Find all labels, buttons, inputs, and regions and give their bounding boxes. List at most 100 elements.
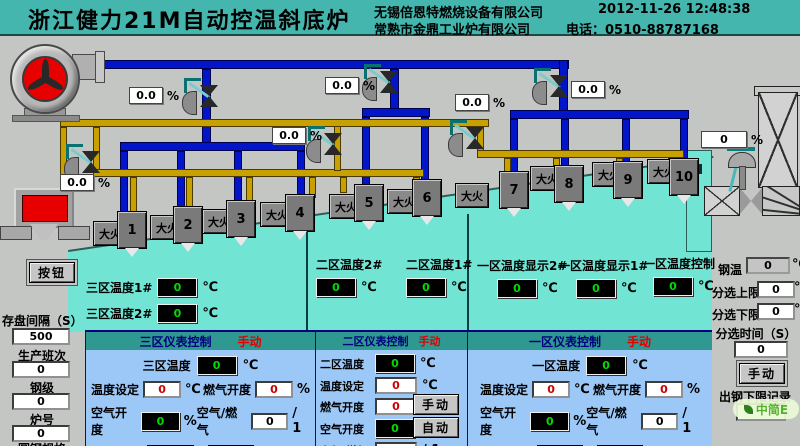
gas-main-pipe: [60, 119, 489, 127]
save-interval-label: 存盘间隔（S）: [2, 312, 82, 329]
gas-branch-b5: [340, 177, 347, 193]
phone-number: 电话：0510-88787168: [566, 19, 719, 38]
air-branch-b9: [622, 119, 630, 167]
burner-6-box: 6: [412, 179, 442, 217]
company-name-2: 常熟市金鼎工业炉有限公司: [374, 19, 530, 38]
zone3-air-opening-display: 0: [141, 412, 180, 431]
air-valve-zone2-readout: 0.0%: [325, 77, 375, 94]
zone1-gas-opening-input[interactable]: 0: [645, 381, 683, 398]
watermark: 中简E: [733, 399, 799, 419]
mode-indicator: 手动: [627, 333, 651, 350]
gas-manifold-left: [93, 169, 424, 177]
air-valve-zone3-icon: [182, 78, 220, 116]
zone2-gas-opening-input[interactable]: 0: [375, 398, 417, 415]
zone3-gas-opening-input[interactable]: 0: [255, 381, 293, 398]
zone2-control-panel: 二区仪表控制手动 二区温度0℃ 温度设定0℃ 燃气开度0% 空气开度0% 空气/…: [315, 330, 467, 446]
door-funnel: [30, 224, 58, 240]
zone2-temp2-display: 二区温度2# 0℃: [316, 256, 382, 297]
furnace-no-input[interactable]: 0: [12, 425, 70, 442]
zone2-setpoint-input[interactable]: 0: [375, 377, 417, 394]
zone2-manual-button[interactable]: 手动: [413, 394, 459, 415]
zone2-ratio-input[interactable]: 0: [375, 442, 417, 446]
air-branch-b2: [177, 151, 185, 211]
mode-indicator: 手动: [419, 333, 441, 349]
gas-branch-b1: [130, 177, 137, 215]
air-valve-zone1-readout: 0.0%: [571, 81, 621, 98]
sort-time-input[interactable]: 0: [734, 341, 788, 358]
door-pipe-left: [0, 226, 32, 240]
zone3-temp1-display: 三区温度1#0℃: [86, 278, 218, 297]
zone1-control-panel: 一区仪表控制手动 一区温度 0 ℃ 温度设定0℃ 燃气开度0% 空气开度0% 空…: [467, 330, 712, 446]
zone3-pv-display: 0: [197, 356, 237, 375]
air-branch-b5: [362, 117, 370, 188]
exhaust-duct: [704, 186, 740, 216]
zone1-temp-display2: 一区温度显示2# 0℃: [477, 257, 567, 298]
sort-upper-input[interactable]: 0: [757, 281, 795, 298]
flue-damper-readout: 0%: [701, 131, 763, 148]
fan-flange: [95, 51, 105, 83]
air-valve-zone1-icon: [532, 68, 570, 106]
charge-door-window: [22, 195, 68, 222]
sort-lower-label: 分选下限: [712, 306, 760, 323]
gas-valve-zone1-readout: 0.0%: [455, 94, 505, 111]
zone3-setpoint-input[interactable]: 0: [143, 381, 181, 398]
air-manifold-right: [510, 110, 689, 119]
gas-manifold-right: [477, 150, 684, 158]
zone-divider-3-2: [306, 226, 308, 332]
burner-8-box: 8: [554, 165, 584, 203]
zone1-temp-display1: 一区温度显示1# 0℃: [558, 257, 648, 298]
save-interval-input[interactable]: 500: [12, 328, 70, 345]
steel-temp-unit: ℃: [792, 257, 800, 272]
zone2-air-opening-display: 0: [375, 419, 415, 438]
sort-manual-button[interactable]: 手动: [739, 363, 785, 384]
zone1-setpoint-input[interactable]: 0: [532, 381, 570, 398]
door-pipe-right: [58, 226, 90, 240]
zone3-temp2-display: 三区温度2#0℃: [86, 304, 218, 323]
steel-temp-label: 钢温: [718, 261, 742, 278]
burner-9-box: 9: [613, 161, 643, 199]
burner-2-box: 2: [173, 206, 203, 244]
flue-damper-icon: [740, 188, 751, 214]
zone2-temp1-display: 二区温度1# 0℃: [406, 256, 472, 297]
air-branch-b1: [120, 151, 128, 215]
flame-status-box: 大火: [455, 183, 489, 208]
burner-7-box: 7: [499, 171, 529, 209]
left-panel-button[interactable]: 按钮: [29, 262, 75, 283]
zone2-auto-button[interactable]: 自动: [413, 417, 459, 438]
panel-title: 三区仪表控制: [139, 333, 211, 350]
air-branch-b3: [234, 151, 242, 205]
sort-time-label: 分选时间（S）: [712, 325, 800, 342]
air-manifold-mid: [362, 108, 430, 117]
zone1-pv-display: 0: [586, 356, 626, 375]
air-main-pipe: [85, 60, 569, 69]
air-branch-b8: [561, 119, 569, 170]
page-title: 浙江健力21M自动控温斜底炉: [28, 3, 351, 35]
gas-valve-zone2-readout: 0.0%: [272, 127, 322, 144]
gas-valve-left-readout: 0.0%: [60, 174, 110, 191]
zone3-control-panel: 三区仪表控制手动 三区温度 0 ℃ 温度设定0℃ 燃气开度0% 空气开度0% 空…: [85, 330, 315, 446]
burner-1-box: 1: [117, 211, 147, 249]
zone1-air-opening-display: 0: [530, 412, 569, 431]
shift-input[interactable]: 0: [12, 361, 70, 378]
datetime: 2012-11-26 12:48:38: [598, 2, 750, 17]
air-valve-zone3-readout: 0.0%: [129, 87, 179, 104]
panel-title: 一区仪表控制: [529, 333, 601, 350]
title-bar: 浙江健力21M自动控温斜底炉 无锡倍恩特燃烧设备有限公司 2012-11-26 …: [0, 0, 800, 36]
gas-valve-zone1-icon: [448, 120, 486, 158]
zone1-ratio-input[interactable]: 0: [641, 413, 678, 430]
mode-indicator: 手动: [238, 333, 262, 350]
burner-5-box: 5: [354, 184, 384, 222]
hmi-screen: 浙江健力21M自动控温斜底炉 无锡倍恩特燃烧设备有限公司 2012-11-26 …: [0, 0, 800, 446]
zone2-pv-display: 0: [375, 354, 415, 373]
steel-temp-display: 0: [746, 257, 790, 274]
steel-grade-input[interactable]: 0: [12, 393, 70, 410]
sort-lower-input[interactable]: 0: [757, 303, 795, 320]
zone3-ratio-input[interactable]: 0: [251, 413, 288, 430]
air-branch-b7: [510, 119, 518, 176]
sort-upper-label: 分选上限: [712, 284, 760, 301]
burner-3-box: 3: [226, 200, 256, 238]
chimney-stack: [758, 92, 798, 188]
panel-title: 二区仪表控制: [343, 333, 409, 349]
leaf-icon: [744, 405, 753, 414]
chimney-elbow: [762, 186, 800, 216]
